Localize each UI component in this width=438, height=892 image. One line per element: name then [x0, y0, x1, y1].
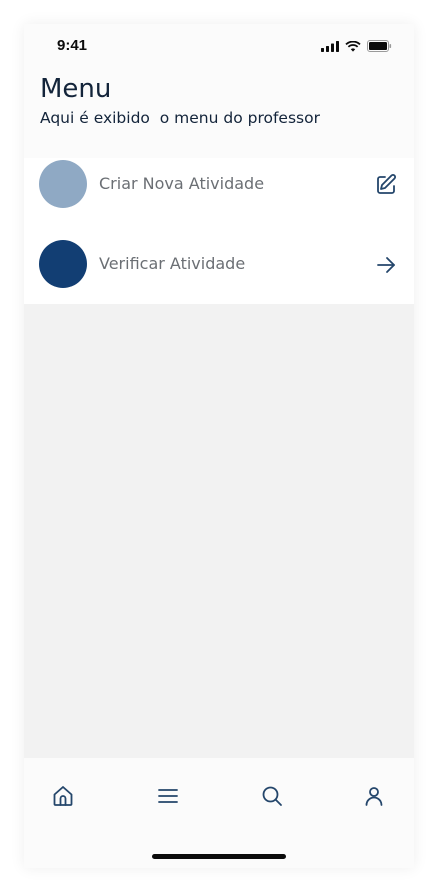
- edit-icon[interactable]: [374, 173, 398, 197]
- page-subtitle: Aqui é exibido o menu do professor: [40, 109, 320, 127]
- search-icon: [262, 786, 282, 806]
- home-icon: [53, 786, 73, 806]
- content-area: [24, 304, 414, 758]
- home-indicator[interactable]: [152, 854, 286, 859]
- tab-menu[interactable]: [154, 782, 182, 810]
- menu-item-label: Criar Nova Atividade: [99, 174, 265, 193]
- tab-search[interactable]: [258, 782, 286, 810]
- signal-icon: [321, 40, 339, 52]
- menu-item-label: Verificar Atividade: [99, 254, 246, 273]
- arrow-right-icon[interactable]: [374, 253, 398, 277]
- header: Menu Aqui é exibido o menu do professor: [40, 74, 398, 128]
- menu-icon: [158, 789, 178, 803]
- wifi-icon: [345, 40, 361, 52]
- tab-home[interactable]: [49, 782, 77, 810]
- menu-item-verificar-atividade[interactable]: Verificar Atividade: [24, 224, 414, 304]
- phone-screen: 9:41 Menu Aqui é exibido o menu do profe…: [24, 24, 414, 868]
- avatar: [39, 240, 87, 288]
- menu-item-criar-nova-atividade[interactable]: Criar Nova Atividade: [24, 144, 414, 224]
- status-time: 9:41: [57, 37, 88, 54]
- status-icons: [321, 40, 392, 52]
- menu-list: Criar Nova Atividade Verificar Atividade: [24, 158, 414, 304]
- page-title: Menu: [40, 74, 112, 104]
- avatar: [39, 160, 87, 208]
- tab-bar: [24, 758, 414, 868]
- status-bar: 9:41: [24, 24, 414, 68]
- battery-icon: [367, 40, 392, 52]
- tab-profile[interactable]: [360, 782, 388, 810]
- user-icon: [365, 787, 383, 806]
